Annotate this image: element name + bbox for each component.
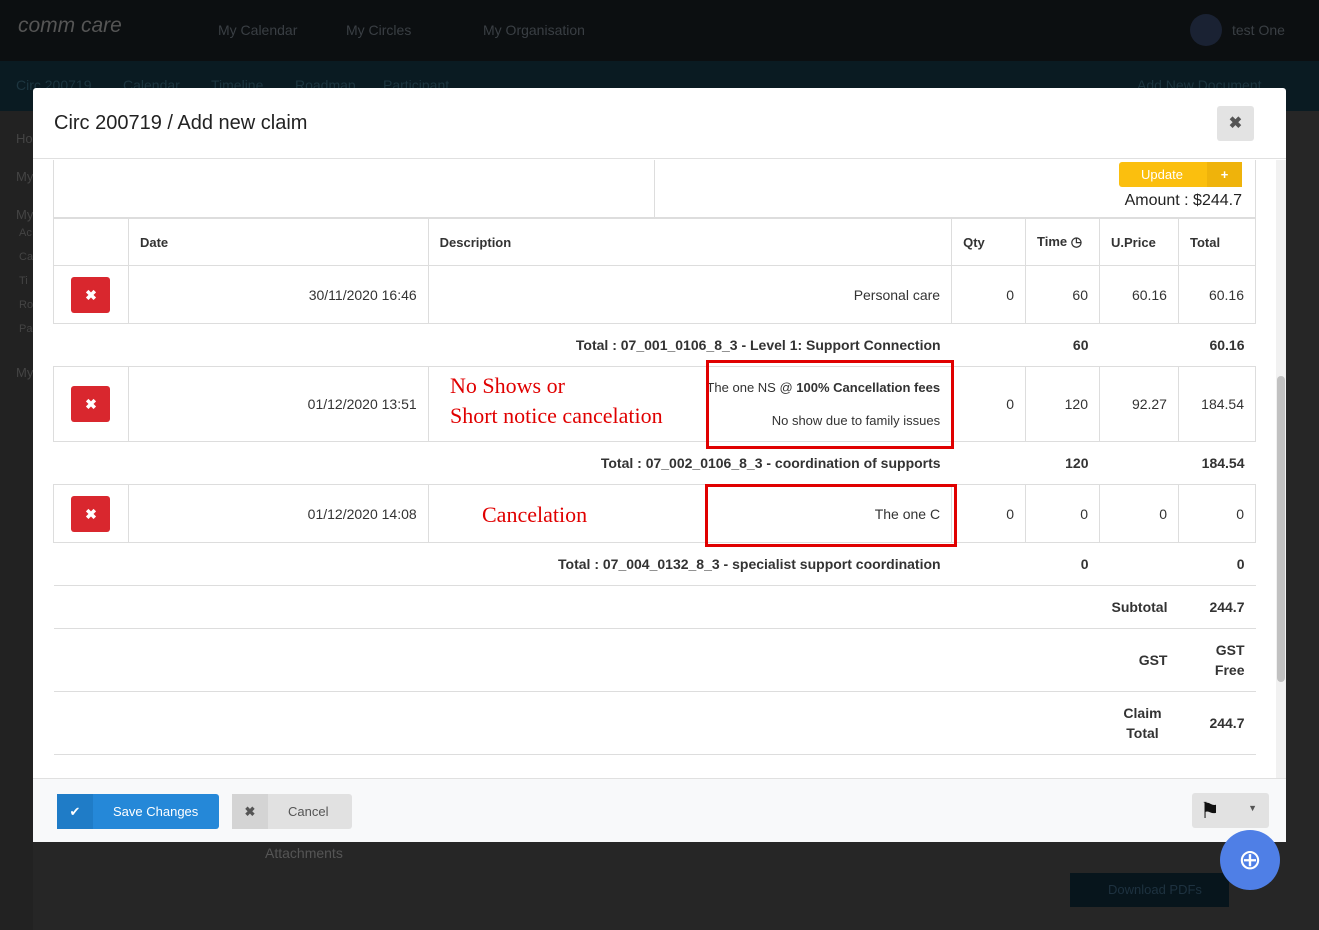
row-total: 184.54 <box>1177 366 1257 442</box>
claim-items-table: Date Description Qty Time ◷ U.Price Tota… <box>53 218 1257 755</box>
modal-header: Circ 200719 / Add new claim ✖ <box>33 88 1286 159</box>
attachments-heading: Attachments <box>265 845 343 861</box>
sidebar-item[interactable]: My <box>16 169 33 184</box>
col-total: Total <box>1177 218 1257 266</box>
row-qty: 0 <box>951 265 1027 324</box>
delete-row-button[interactable]: ✖ <box>71 276 111 313</box>
cancel-button[interactable]: ✖ Cancel <box>232 794 352 829</box>
table-row: ✖ 01/12/2020 14:08 The one C 0 0 0 0 <box>53 484 1257 543</box>
gst-row: GST GST Free <box>53 628 1256 692</box>
subtotal-value: 244.7 <box>1178 585 1256 629</box>
flag-dropdown[interactable]: ⚑ ▼ <box>1192 793 1269 828</box>
claim-amount: Amount : $244.7 <box>1124 192 1242 209</box>
claim-summary: Update + Amount : $244.7 <box>53 160 1256 218</box>
group-total-amount: 184.54 <box>1178 441 1256 485</box>
save-changes-button[interactable]: ✔ Save Changes <box>57 794 219 829</box>
lifebuoy-icon: ⊕ <box>1238 844 1262 875</box>
user-menu[interactable]: test One <box>1232 22 1285 38</box>
col-time: Time ◷ <box>1025 218 1100 266</box>
delete-row-button[interactable]: ✖ <box>71 386 111 422</box>
group-total-time: 60 <box>1025 323 1100 367</box>
update-button[interactable]: Update + <box>1119 162 1242 187</box>
row-time: 120 <box>1025 366 1100 442</box>
col-action <box>53 218 129 266</box>
group-total-row: Total : 07_004_0132_8_3 - specialist sup… <box>53 542 1256 586</box>
annotation-box <box>706 360 954 449</box>
row-uprice: 0 <box>1099 484 1179 543</box>
subtotal-label: Subtotal <box>53 585 1179 629</box>
row-uprice: 60.16 <box>1099 265 1179 324</box>
scrollbar-thumb[interactable] <box>1277 376 1285 682</box>
update-label: Update <box>1141 167 1183 182</box>
nav-my-organisation[interactable]: My Organisation <box>483 22 585 38</box>
annotation-no-shows: No Shows or <box>450 373 565 398</box>
row-total: 60.16 <box>1177 265 1257 324</box>
avatar[interactable] <box>1190 14 1222 46</box>
check-icon: ✔ <box>57 794 93 829</box>
plus-icon: + <box>1207 162 1242 187</box>
nav-my-calendar[interactable]: My Calendar <box>218 22 297 38</box>
flag-icon: ⚑ <box>1200 798 1220 823</box>
row-uprice: 92.27 <box>1099 366 1179 442</box>
row-time: 60 <box>1025 265 1100 324</box>
logo[interactable]: comm care <box>18 14 122 38</box>
row-qty: 0 <box>951 366 1027 442</box>
row-total: 0 <box>1177 484 1257 543</box>
sidebar-item[interactable]: My <box>16 207 33 222</box>
row-time: 0 <box>1025 484 1100 543</box>
scrollbar[interactable] <box>1276 160 1286 778</box>
sidebar-item[interactable]: Ac <box>19 227 32 239</box>
caret-down-icon: ▼ <box>1248 803 1257 813</box>
sidebar-item[interactable]: Pa <box>19 323 32 335</box>
sidebar: Ho My My Ac Ca Ti Ro Pa My <box>0 111 33 930</box>
row-description: Personal care <box>427 265 953 324</box>
group-total-row: Total : 07_001_0106_8_3 - Level 1: Suppo… <box>53 323 1256 367</box>
group-total-time: 120 <box>1025 441 1100 485</box>
modal-title: Circ 200719 / Add new claim <box>54 112 308 134</box>
sidebar-item[interactable]: My <box>16 365 33 380</box>
group-total-label: Total : 07_004_0132_8_3 - specialist sup… <box>53 542 952 586</box>
row-date: 30/11/2020 16:46 <box>127 265 429 324</box>
col-qty: Qty <box>951 218 1027 266</box>
top-navbar: comm care My Calendar My Circles My Orga… <box>0 0 1319 61</box>
annotation-box <box>705 484 957 547</box>
group-total-row: Total : 07_002_0106_8_3 - coordination o… <box>53 441 1256 485</box>
row-qty: 0 <box>951 484 1027 543</box>
group-total-time: 0 <box>1025 542 1100 586</box>
add-claim-modal: Circ 200719 / Add new claim ✖ Update + Am… <box>33 88 1286 842</box>
close-icon: ✖ <box>232 794 268 829</box>
claim-total-label: Claim Total <box>53 691 1179 755</box>
col-date: Date <box>127 218 429 266</box>
row-date: 01/12/2020 13:51 <box>127 366 429 442</box>
sidebar-item[interactable]: Ca <box>19 251 33 263</box>
modal-body: Update + Amount : $244.7 Date Description… <box>33 160 1286 778</box>
gst-label: GST <box>53 628 1179 692</box>
sidebar-item[interactable]: Ti <box>19 275 28 287</box>
row-date: 01/12/2020 14:08 <box>127 484 429 543</box>
help-lifebuoy-button[interactable]: ⊕ <box>1220 830 1280 890</box>
claim-total-row: Claim Total 244.7 <box>53 691 1256 755</box>
close-button[interactable]: ✖ <box>1217 106 1254 141</box>
table-row: ✖ 30/11/2020 16:46 Personal care 0 60 60… <box>53 265 1257 324</box>
claim-total-value: 244.7 <box>1178 691 1256 755</box>
subtotal-row: Subtotal 244.7 <box>53 585 1256 629</box>
nav-my-circles[interactable]: My Circles <box>346 22 411 38</box>
sidebar-item[interactable]: Ro <box>19 299 33 311</box>
delete-row-button[interactable]: ✖ <box>71 495 111 532</box>
annotation-short-notice: Short notice cancelation <box>450 403 663 428</box>
group-total-amount: 0 <box>1178 542 1256 586</box>
col-description: Description <box>427 218 953 266</box>
annotation-cancelation: Cancelation <box>482 502 588 527</box>
clock-icon: ◷ <box>1070 234 1083 249</box>
gst-value: GST Free <box>1178 628 1256 692</box>
download-pdfs-button[interactable]: Download PDFs <box>1070 873 1229 907</box>
sidebar-item[interactable]: Ho <box>16 131 33 146</box>
modal-footer: ✔ Save Changes ✖ Cancel ⚑ ▼ <box>33 778 1286 842</box>
group-total-amount: 60.16 <box>1178 323 1256 367</box>
col-uprice: U.Price <box>1099 218 1179 266</box>
